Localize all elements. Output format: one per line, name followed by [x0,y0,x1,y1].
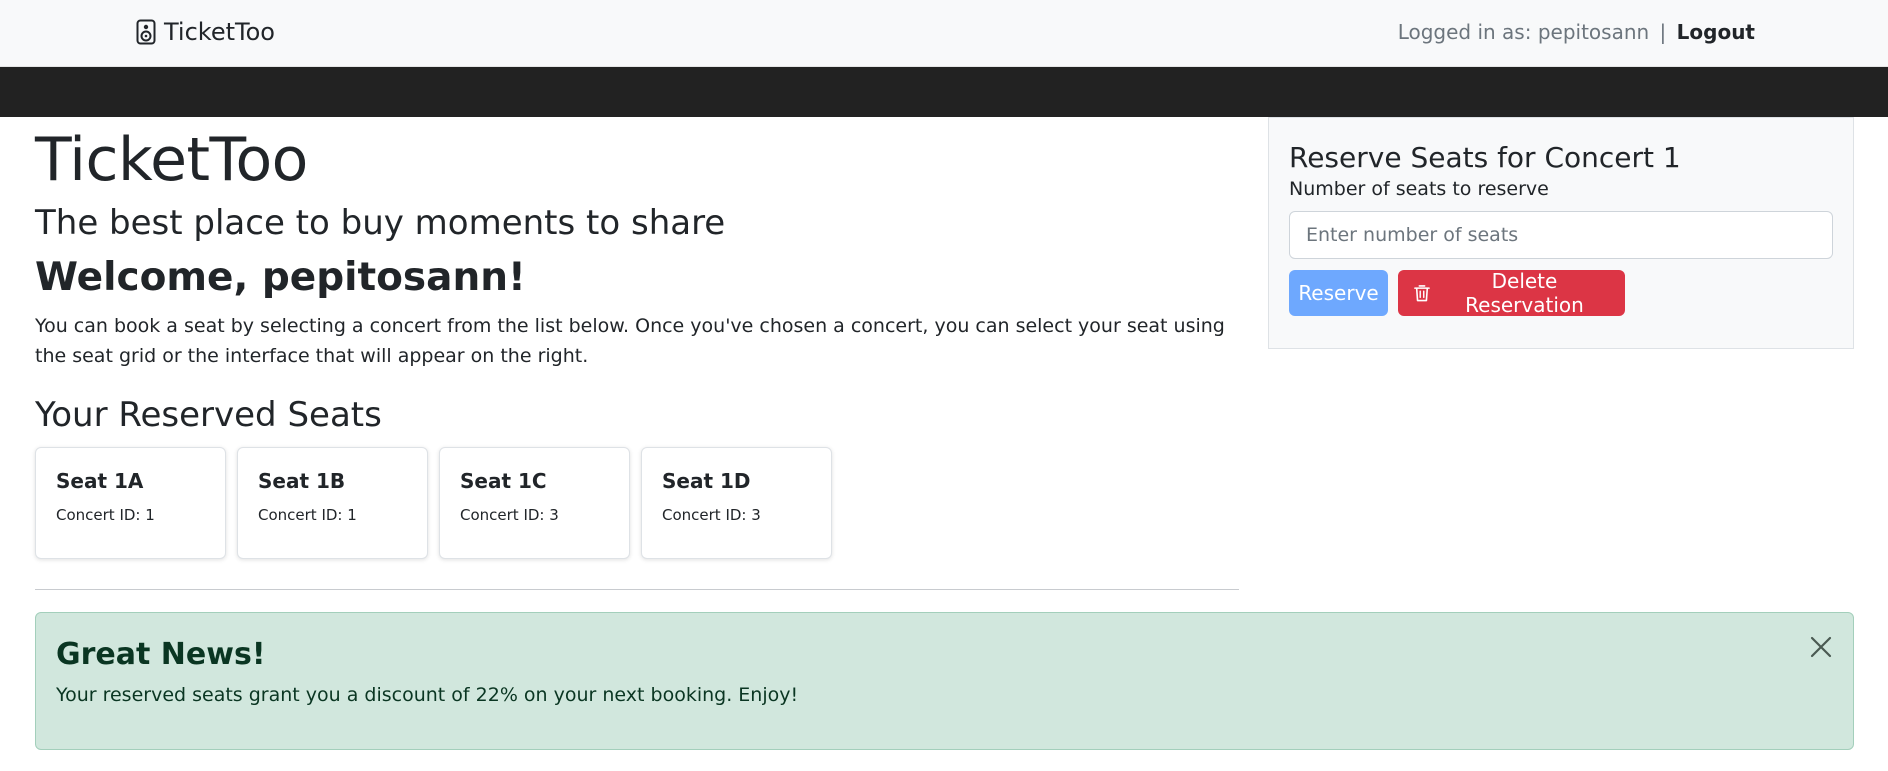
reserve-button[interactable]: Reserve [1289,270,1388,316]
dark-banner [0,67,1888,117]
discount-alert: Great News! Your reserved seats grant yo… [35,612,1854,750]
reserved-seats-title: Your Reserved Seats [35,395,382,435]
seat-name: Seat 1B [258,469,346,493]
alert-heading: Great News! [56,637,266,672]
site-title: TicketToo [35,125,308,195]
logout-link[interactable]: Logout [1677,20,1755,44]
seat-name: Seat 1D [662,469,751,493]
seat-count-input[interactable] [1289,211,1833,259]
top-navbar: TicketToo Logged in as: pepitosann | Log… [0,0,1888,67]
concert-id: Concert ID: 1 [56,506,155,524]
seat-card: Seat 1B Concert ID: 1 [237,447,428,559]
reserve-button-label: Reserve [1298,281,1379,305]
seat-name: Seat 1C [460,469,547,493]
close-icon [1810,636,1832,658]
alert-text: Your reserved seats grant you a discount… [56,684,799,706]
reserved-seats-list: Seat 1A Concert ID: 1 Seat 1B Concert ID… [35,447,1239,559]
tagline: The best place to buy moments to share [35,203,726,243]
reserve-panel-title: Reserve Seats for Concert 1 [1289,141,1681,174]
brand-name: TicketToo [164,18,275,46]
delete-reservation-button[interactable]: Delete Reservation [1398,269,1625,317]
alert-close-button[interactable] [1807,633,1835,661]
speaker-icon [136,19,156,45]
concert-id: Concert ID: 3 [662,506,761,524]
welcome-heading: Welcome, pepitosann! [35,255,526,300]
delete-button-label: Delete Reservation [1465,269,1584,317]
logged-in-text: Logged in as: pepitosann [1397,20,1650,44]
main-content: TicketToo The best place to buy moments … [35,117,1239,590]
seat-card: Seat 1D Concert ID: 3 [641,447,832,559]
reserve-panel: Reserve Seats for Concert 1 Number of se… [1268,117,1854,349]
user-info: Logged in as: pepitosann | Logout [1398,20,1755,44]
trash-icon [1414,285,1430,302]
seat-name: Seat 1A [56,469,144,493]
concert-id: Concert ID: 3 [460,506,559,524]
concert-id: Concert ID: 1 [258,506,357,524]
seat-card: Seat 1C Concert ID: 3 [439,447,630,559]
section-divider [35,589,1239,590]
seat-count-label: Number of seats to reserve [1289,178,1549,200]
seat-card: Seat 1A Concert ID: 1 [35,447,226,559]
panel-actions: Reserve Delete Reservation [1289,269,1833,317]
intro-text: You can book a seat by selecting a conce… [35,315,1225,367]
separator: | [1659,20,1667,44]
brand-link[interactable]: TicketToo [136,18,275,46]
